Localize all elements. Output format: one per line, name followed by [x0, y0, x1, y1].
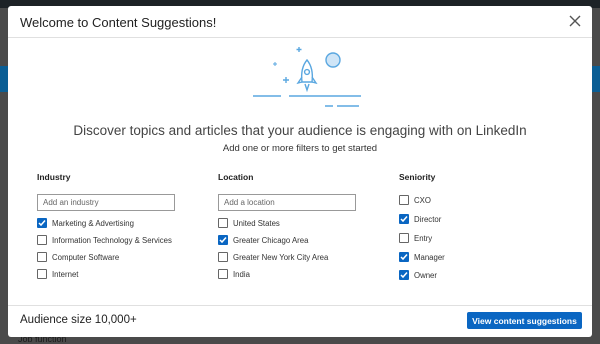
- option-label: CXO: [414, 195, 431, 205]
- location-option[interactable]: United States: [218, 218, 280, 228]
- seniority-option[interactable]: Director: [399, 214, 441, 224]
- modal-header: Welcome to Content Suggestions!: [8, 6, 592, 38]
- headline: Discover topics and articles that your a…: [73, 123, 527, 138]
- industry-input[interactable]: [37, 194, 175, 211]
- rocket-illustration: [253, 47, 361, 107]
- location-option[interactable]: Greater New York City Area: [218, 252, 328, 262]
- industry-option[interactable]: Computer Software: [37, 252, 119, 262]
- view-content-suggestions-button[interactable]: View content suggestions: [467, 312, 582, 329]
- checkbox[interactable]: [218, 252, 228, 262]
- seniority-option[interactable]: Entry: [399, 233, 432, 243]
- seniority-title: Seniority: [399, 172, 436, 182]
- option-label: Computer Software: [52, 252, 120, 262]
- checkbox[interactable]: [399, 270, 409, 280]
- location-option[interactable]: India: [218, 269, 250, 279]
- checkbox[interactable]: [218, 269, 228, 279]
- industry-filter: Industry Marketing & Advertising Informa…: [37, 172, 175, 279]
- seniority-option[interactable]: CXO: [399, 195, 431, 205]
- checkbox[interactable]: [399, 214, 409, 224]
- industry-option[interactable]: Internet: [37, 269, 78, 279]
- audience-size: Audience size 10,000+: [20, 314, 137, 326]
- subheadline: Add one or more filters to get started: [222, 143, 378, 154]
- option-label: Information Technology & Services: [52, 235, 172, 245]
- industry-option[interactable]: Information Technology & Services: [37, 235, 172, 245]
- option-label: Greater New York City Area: [233, 252, 329, 262]
- option-label: Director: [414, 214, 442, 224]
- industry-title: Industry: [37, 172, 71, 182]
- app-banner-right: [592, 66, 600, 92]
- option-label: Greater Chicago Area: [233, 235, 309, 245]
- modal-title: Welcome to Content Suggestions!: [20, 15, 217, 30]
- location-title: Location: [218, 172, 254, 182]
- option-label: Owner: [414, 270, 437, 280]
- close-icon[interactable]: [568, 14, 582, 28]
- option-label: Manager: [414, 252, 445, 262]
- option-label: Entry: [414, 233, 433, 243]
- checkbox[interactable]: [399, 195, 409, 205]
- app-banner-left: [0, 66, 8, 92]
- industry-option[interactable]: Marketing & Advertising: [37, 218, 134, 228]
- modal-footer: Audience size 10,000+ View content sugge…: [8, 305, 592, 337]
- seniority-filter: Seniority CXO Director Entry Manager Own…: [399, 172, 445, 280]
- checkbox[interactable]: [37, 235, 47, 245]
- checkbox[interactable]: [218, 218, 228, 228]
- checkbox[interactable]: [399, 233, 409, 243]
- checkbox[interactable]: [37, 218, 47, 228]
- option-label: Internet: [52, 269, 79, 279]
- location-filter: Location United States Greater Chicago A…: [218, 172, 356, 279]
- option-label: Marketing & Advertising: [52, 218, 134, 228]
- seniority-option[interactable]: Owner: [399, 270, 437, 280]
- checkbox[interactable]: [37, 252, 47, 262]
- option-label: United States: [233, 218, 280, 228]
- checkbox[interactable]: [37, 269, 47, 279]
- content-suggestions-modal: Welcome to Content Suggestions! Discover…: [8, 6, 592, 337]
- option-label: India: [233, 269, 250, 279]
- checkbox[interactable]: [218, 235, 228, 245]
- location-option[interactable]: Greater Chicago Area: [218, 235, 308, 245]
- location-input[interactable]: [218, 194, 356, 211]
- seniority-option[interactable]: Manager: [399, 252, 445, 262]
- checkbox[interactable]: [399, 252, 409, 262]
